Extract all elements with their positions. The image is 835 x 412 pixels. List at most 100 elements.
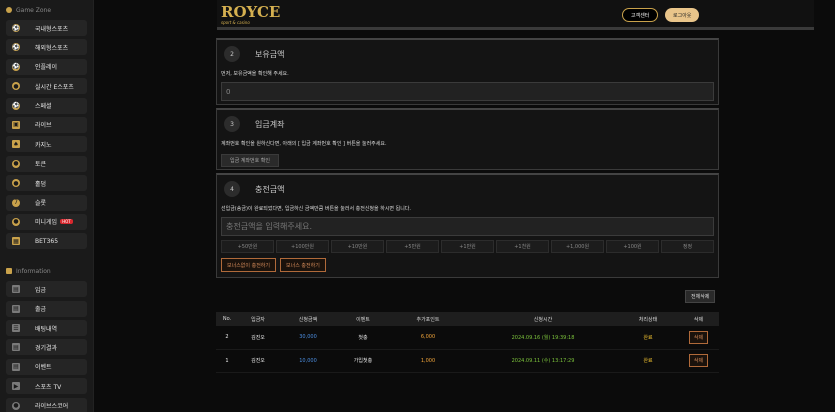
- amount-button[interactable]: +1,000원: [551, 240, 604, 253]
- bonus-points: 1,000: [388, 349, 468, 373]
- step-number: 2: [224, 46, 240, 62]
- status-badge: 완료: [618, 326, 678, 350]
- delete-all-button[interactable]: 전체삭제: [685, 290, 716, 303]
- reset-amount-button[interactable]: 정정: [661, 240, 714, 253]
- information-icon: [6, 268, 12, 275]
- row-number: 2: [216, 326, 238, 350]
- panel-title: 보유금액: [255, 49, 285, 59]
- chip-icon: ●: [12, 179, 20, 188]
- tv-icon: ▣: [12, 120, 20, 129]
- charge-without-bonus-button[interactable]: 보너스없이 충전하기: [221, 258, 276, 272]
- column-header: No.: [216, 312, 238, 326]
- support-button[interactable]: 고객센터: [622, 8, 659, 22]
- charge-with-bonus-button[interactable]: 보너스 충전하기: [280, 258, 326, 272]
- bonus-points: 6,000: [388, 326, 468, 350]
- request-time: 2024.09.16 (월) 19:39:18: [468, 326, 618, 350]
- ball-icon: ⚽: [12, 43, 20, 52]
- sidebar-item-overseas-sports[interactable]: ⚽ 해외형스포츠: [6, 39, 87, 56]
- sidebar-item-results[interactable]: ▤ 경기결과: [6, 339, 87, 356]
- account-panel: 3 입금계좌 계좌번호 확인을 원하신다면, 아래의 [ 입금 계좌번호 확인 …: [216, 108, 719, 170]
- sidebar-item-domestic-sports[interactable]: ⚽ 국내형스포츠: [6, 20, 87, 36]
- withdraw-icon: ▤: [12, 304, 20, 313]
- sidebar-item-live[interactable]: ▣ 라이브: [6, 116, 87, 133]
- bet365-icon: ▦: [12, 237, 20, 246]
- request-amount: 10,000: [278, 349, 338, 373]
- row-delete-cell: 삭제: [678, 349, 719, 373]
- header: [94, 0, 835, 32]
- slot-icon: 7: [12, 198, 20, 207]
- amount-button[interactable]: +10만원: [331, 240, 384, 253]
- amount-button[interactable]: +50만원: [221, 240, 274, 253]
- panel-title: 입금계좌: [255, 119, 285, 129]
- table-row: 1 김진오 10,000 가입첫충 1,000 2024.09.11 (수) 1…: [216, 349, 719, 373]
- column-header: 처리상태: [618, 312, 678, 326]
- column-header: 추가포인트: [388, 312, 468, 326]
- depositor-name: 김진오: [238, 326, 278, 350]
- sidebar-item-bet-history[interactable]: ☰ 배팅내역: [6, 320, 87, 337]
- balance-panel: 2 보유금액 먼저, 보유금액을 확인해 주세요. 0: [216, 38, 719, 105]
- amount-button[interactable]: +5만원: [386, 240, 439, 253]
- sidebar-item-inplay[interactable]: ⚽ 인플레이: [6, 58, 87, 75]
- row-delete-button[interactable]: 삭제: [688, 330, 709, 344]
- row-delete-button[interactable]: 삭제: [688, 354, 709, 367]
- check-account-button[interactable]: 입금 계좌번호 확인: [221, 154, 279, 167]
- sidebar-item-livescore[interactable]: ● 라이브스코어: [6, 397, 87, 412]
- sidebar-section-information: Information: [0, 261, 93, 281]
- game-zone-icon: [6, 7, 12, 13]
- minigame-icon: ●: [12, 217, 20, 226]
- panel-title: 충전금액: [255, 184, 285, 194]
- column-header: 삭제: [678, 312, 719, 326]
- table-row: 2 김진오 30,000 첫충 6,000 2024.09.16 (월) 19:…: [216, 326, 719, 350]
- cards-icon: ♠: [12, 140, 20, 149]
- sidebar-item-token[interactable]: ● 토큰: [6, 155, 87, 172]
- balance-field: 0: [221, 82, 714, 101]
- sidebar-item-minigame[interactable]: ● 미니게임 HOT: [6, 213, 87, 230]
- column-header: 이벤트: [338, 312, 388, 326]
- depositor-name: 김진오: [238, 349, 278, 373]
- sidebar-item-casino[interactable]: ♠ 카지노: [6, 136, 87, 153]
- amount-button[interactable]: +1천원: [496, 240, 549, 253]
- header-bar: [217, 0, 814, 30]
- table-header-row: No. 입금자 신청금액 이벤트 추가포인트 신청시간 처리상태 삭제: [216, 312, 719, 326]
- result-icon: ▤: [12, 343, 20, 352]
- column-header: 신청시간: [468, 312, 618, 326]
- charge-panel: 4 충전금액 선입금(송금)이 완료되었다면, 입금하신 금액만큼 버튼을 눌러…: [216, 173, 719, 278]
- list-icon: ☰: [12, 324, 20, 333]
- sidebar-item-slot[interactable]: 7 슬롯: [6, 194, 87, 211]
- sidebar-section-game-zone: Game Zone: [0, 0, 93, 20]
- token-icon: ●: [12, 159, 20, 168]
- site-logo-subtitle: sport & casino: [221, 20, 250, 25]
- panel-description: 선입금(송금)이 완료되었다면, 입금하신 금액만큼 버튼을 눌러서 충전신청을…: [221, 206, 411, 212]
- sidebar-item-holdem[interactable]: ● 홀덤: [6, 175, 87, 192]
- charge-amount-input[interactable]: 충전금액을 입력해주세요.: [221, 217, 714, 236]
- sidebar-item-deposit[interactable]: ▤ 입금: [6, 281, 87, 298]
- sports-tv-icon: ▶: [12, 382, 20, 391]
- deposit-icon: ▤: [12, 285, 20, 294]
- score-icon: ●: [12, 401, 20, 410]
- sidebar: Game Zone ⚽ 국내형스포츠 ⚽ 해외형스포츠 ⚽ 인플레이 ● 실시간 E스포…: [0, 0, 94, 412]
- sidebar-item-special[interactable]: ⚽ 스페셜: [6, 97, 87, 114]
- step-number: 4: [224, 181, 240, 197]
- request-amount: 30,000: [278, 326, 338, 350]
- event-icon: ▤: [12, 362, 20, 371]
- amount-button[interactable]: +100원: [606, 240, 659, 253]
- column-header: 입금자: [238, 312, 278, 326]
- event-name: 가입첫충: [338, 349, 388, 373]
- ball-icon: ⚽: [12, 24, 20, 32]
- sidebar-item-withdraw[interactable]: ▤ 출금: [6, 300, 87, 317]
- row-number: 1: [216, 349, 238, 373]
- step-number: 3: [224, 116, 240, 132]
- event-name: 첫충: [338, 326, 388, 350]
- ball-icon: ⚽: [12, 62, 20, 71]
- site-logo[interactable]: ROYCE: [221, 5, 280, 20]
- row-delete-cell: 삭제: [678, 326, 719, 350]
- panel-description: 계좌번호 확인을 원하신다면, 아래의 [ 입금 계좌번호 확인 ] 버튼을 눌…: [221, 141, 387, 147]
- gamepad-icon: ●: [12, 82, 20, 91]
- sidebar-item-event[interactable]: ▤ 이벤트: [6, 358, 87, 375]
- logout-button[interactable]: 로그아웃: [665, 8, 700, 22]
- amount-button[interactable]: +100만원: [276, 240, 329, 253]
- sidebar-item-sports-tv[interactable]: ▶ 스포츠 TV: [6, 378, 87, 395]
- sidebar-item-bet365[interactable]: ▦ BET365: [6, 233, 87, 250]
- sidebar-item-esports[interactable]: ● 실시간 E스포츠: [6, 78, 87, 95]
- amount-button[interactable]: +1만원: [441, 240, 494, 253]
